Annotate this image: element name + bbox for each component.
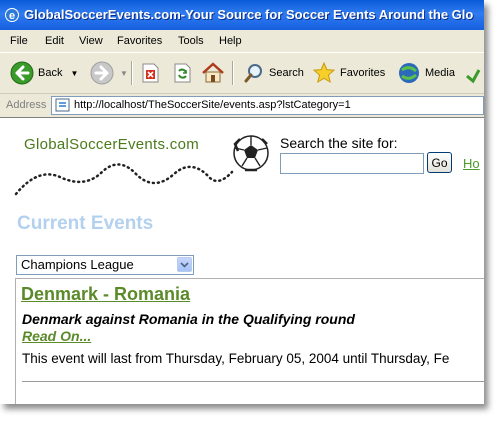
- browser-window: e GlobalSoccerEvents.com-Your Source for…: [0, 0, 484, 404]
- refresh-icon: [174, 63, 191, 83]
- stop-button[interactable]: [139, 60, 161, 86]
- favorites-label: Favorites: [340, 67, 386, 79]
- stop-icon: [142, 63, 159, 83]
- menu-bar: File Edit View Favorites Tools Help: [0, 30, 484, 52]
- search-label: Search: [269, 67, 304, 79]
- title-bar: e GlobalSoccerEvents.com-Your Source for…: [0, 0, 484, 30]
- history-icon: [466, 69, 481, 84]
- site-logo[interactable]: GlobalSoccerEvents.com: [24, 136, 199, 153]
- read-on-link[interactable]: Read On...: [22, 328, 91, 344]
- window-title: GlobalSoccerEvents.com-Your Source for S…: [24, 7, 474, 22]
- event-item: Denmark - Romania Denmark against Romani…: [15, 278, 484, 404]
- category-select-value: Champions League: [21, 257, 134, 272]
- section-title: Current Events: [17, 213, 154, 234]
- soccer-ball-icon: [233, 135, 269, 172]
- ie-icon: e: [5, 8, 19, 22]
- site-search-input[interactable]: [280, 153, 424, 174]
- go-button[interactable]: Go: [427, 152, 452, 173]
- ball-trail-decoration: [14, 163, 234, 196]
- forward-dropdown-icon[interactable]: ▼: [120, 69, 128, 78]
- refresh-button[interactable]: [171, 60, 193, 86]
- menu-tools[interactable]: Tools: [178, 35, 204, 47]
- toolbar-separator: [131, 61, 133, 85]
- menu-edit[interactable]: Edit: [45, 35, 64, 47]
- media-button[interactable]: Media: [397, 60, 455, 86]
- history-button[interactable]: [463, 60, 483, 86]
- menu-view[interactable]: View: [79, 35, 103, 47]
- event-duration: This event will last from Thursday, Febr…: [22, 351, 450, 366]
- media-label: Media: [425, 67, 455, 79]
- address-label: Address: [6, 99, 47, 111]
- event-summary: Denmark against Romania in the Qualifyin…: [22, 311, 355, 327]
- svg-text:e: e: [9, 10, 15, 22]
- back-label: Back: [38, 67, 63, 79]
- media-icon: [399, 63, 419, 83]
- menu-favorites[interactable]: Favorites: [117, 35, 162, 47]
- address-field[interactable]: http://localhost/TheSoccerSite/events.as…: [51, 96, 484, 115]
- forward-button[interactable]: ▼: [90, 60, 128, 86]
- menu-help[interactable]: Help: [219, 35, 242, 47]
- favorites-button[interactable]: Favorites: [312, 60, 385, 86]
- favorites-star-icon: [312, 61, 336, 84]
- back-button[interactable]: Back ▼: [10, 60, 78, 86]
- dropdown-arrow-icon[interactable]: [177, 257, 192, 272]
- search-button[interactable]: Search: [243, 60, 304, 86]
- page-content: GlobalSoccerEvents.com Search the site f…: [0, 117, 484, 404]
- event-title-link[interactable]: Denmark - Romania: [21, 284, 190, 305]
- category-select[interactable]: Champions League: [16, 255, 194, 275]
- address-url: http://localhost/TheSoccerSite/events.as…: [74, 99, 351, 111]
- search-icon: [244, 64, 262, 83]
- home-button[interactable]: [201, 60, 225, 86]
- toolbar: Back ▼ ▼ Search Favorites Media: [0, 52, 484, 93]
- page-icon: [55, 98, 70, 112]
- menu-file[interactable]: File: [10, 35, 28, 47]
- event-divider: [22, 381, 484, 382]
- address-bar: Address http://localhost/TheSoccerSite/e…: [0, 93, 484, 117]
- forward-icon: [90, 61, 114, 85]
- back-icon: [10, 61, 34, 85]
- home-link[interactable]: Ho: [463, 156, 480, 171]
- toolbar-separator: [232, 61, 234, 85]
- home-icon: [202, 62, 224, 83]
- site-search-label: Search the site for:: [280, 135, 398, 151]
- back-dropdown-icon[interactable]: ▼: [70, 69, 78, 78]
